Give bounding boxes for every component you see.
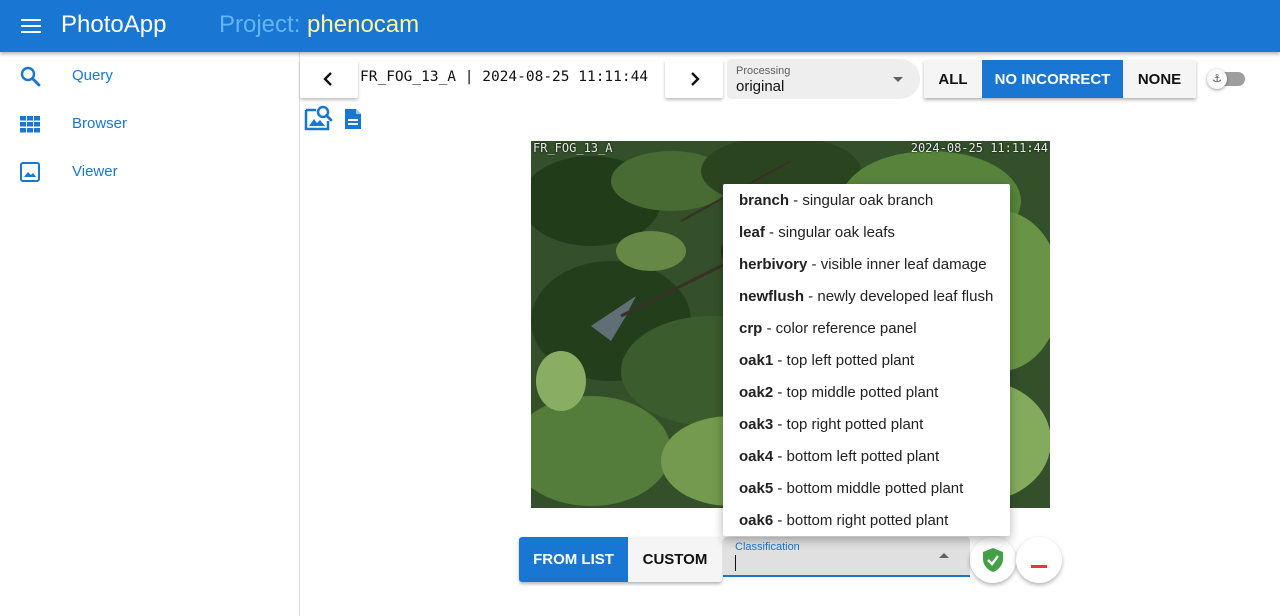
previous-image-button[interactable]: [300, 60, 358, 98]
sidebar-item-label: Browser: [72, 115, 128, 132]
menu-item-oak4[interactable]: oak4 - bottom left potted plant: [723, 440, 1010, 472]
menu-item-crp[interactable]: crp - color reference panel: [723, 312, 1010, 344]
grid-icon: [18, 112, 42, 136]
anchor-toggle[interactable]: ⚓: [1207, 68, 1247, 90]
processing-label: Processing: [736, 65, 791, 77]
image-icon: [18, 160, 42, 184]
filter-none-button[interactable]: NONE: [1123, 60, 1196, 98]
text-cursor: [735, 555, 736, 571]
menu-item-oak3[interactable]: oak3 - top right potted plant: [723, 408, 1010, 440]
menu-icon[interactable]: [14, 12, 48, 40]
classification-field[interactable]: Classification: [723, 537, 970, 577]
sidebar-item-browser[interactable]: Browser: [0, 100, 299, 148]
menu-item-oak2[interactable]: oak2 - top middle potted plant: [723, 376, 1010, 408]
chevron-down-icon: [893, 77, 903, 82]
project-title: Project: phenocam: [219, 11, 419, 39]
filter-all-button[interactable]: ALL: [924, 60, 982, 98]
project-name: phenocam: [307, 11, 420, 38]
classification-mode-group: FROM LIST CUSTOM: [519, 537, 722, 582]
remove-button[interactable]: [1016, 537, 1062, 583]
photo-overlay-label: FR_FOG_13_A: [533, 141, 613, 155]
from-list-button[interactable]: FROM LIST: [519, 537, 628, 582]
sidebar: Query Browser Viewer: [0, 52, 300, 616]
menu-item-leaf[interactable]: leaf - singular oak leafs: [723, 216, 1010, 248]
sidebar-item-viewer[interactable]: Viewer: [0, 148, 299, 196]
document-icon[interactable]: [343, 107, 363, 136]
menu-item-branch[interactable]: branch - singular oak branch: [723, 184, 1010, 216]
chevron-right-icon: [691, 72, 700, 86]
menu-item-oak5[interactable]: oak5 - bottom middle potted plant: [723, 472, 1010, 504]
processing-value: original: [736, 78, 785, 95]
anchor-icon: ⚓: [1207, 69, 1227, 89]
photo-overlay-timestamp: 2024-08-25 11:11:44: [910, 141, 1048, 155]
sidebar-item-label: Query: [72, 67, 113, 84]
image-search-icon[interactable]: [303, 103, 333, 138]
classification-options-menu: branch - singular oak branch leaf - sing…: [723, 184, 1010, 536]
processing-select[interactable]: Processing original: [727, 59, 920, 99]
confirm-button[interactable]: [970, 537, 1016, 583]
chevron-up-icon: [939, 553, 949, 558]
classification-label: Classification: [735, 541, 800, 553]
app-title: PhotoApp: [61, 11, 167, 38]
image-identifier: FR_FOG_13_A | 2024-08-25 11:11:44: [360, 69, 649, 85]
search-icon: [18, 64, 42, 88]
menu-item-newflush[interactable]: newflush - newly developed leaf flush: [723, 280, 1010, 312]
menu-item-oak1[interactable]: oak1 - top left potted plant: [723, 344, 1010, 376]
menu-item-herbivory[interactable]: herbivory - visible inner leaf damage: [723, 248, 1010, 280]
next-image-button[interactable]: [665, 60, 723, 98]
custom-button[interactable]: CUSTOM: [628, 537, 722, 582]
minus-icon: [1031, 565, 1047, 568]
app-bar: PhotoApp Project: phenocam: [0, 0, 1280, 52]
filter-button-group: ALL NO INCORRECT NONE: [924, 60, 1196, 98]
verified-shield-icon: [983, 548, 1003, 572]
menu-item-oak6[interactable]: oak6 - bottom right potted plant: [723, 504, 1010, 536]
filter-no-incorrect-button[interactable]: NO INCORRECT: [982, 60, 1123, 98]
project-prefix: Project:: [219, 11, 301, 38]
chevron-left-icon: [323, 72, 332, 86]
sidebar-item-query[interactable]: Query: [0, 52, 299, 100]
sidebar-item-label: Viewer: [72, 163, 118, 180]
